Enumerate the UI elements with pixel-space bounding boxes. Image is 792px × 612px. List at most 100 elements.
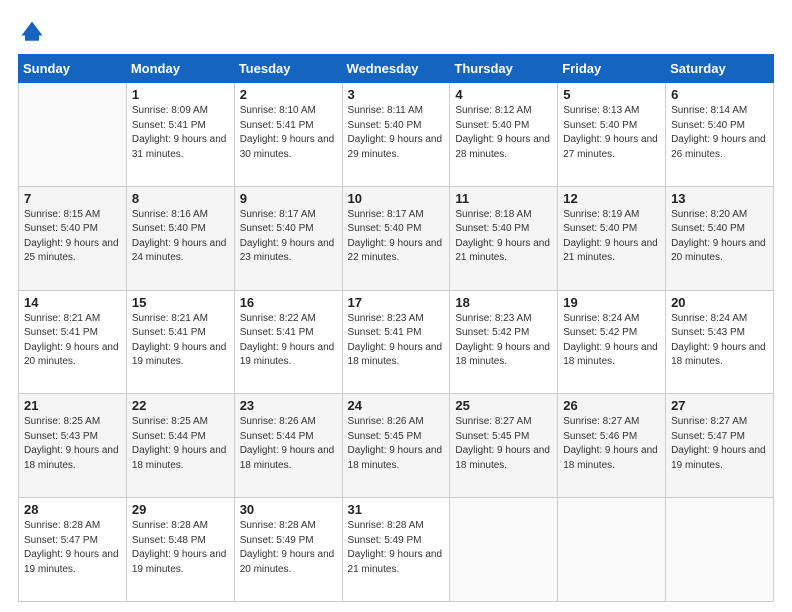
day-info: Sunrise: 8:27 AMSunset: 5:47 PMDaylight:… [671,415,768,473]
calendar-cell: 5Sunrise: 8:13 AMSunset: 5:40 PMDaylight… [558,83,666,187]
logo-icon [18,18,46,46]
weekday-header-wednesday: Wednesday [342,55,450,83]
day-info: Sunrise: 8:22 AMSunset: 5:41 PMDaylight:… [240,312,337,370]
calendar-cell: 16 Sunrise: 8:22 AMSunset: 5:41 PMDayligh… [234,290,342,394]
calendar-cell [666,498,774,602]
day-info: Sunrise: 8:13 AMSunset: 5:40 PMDaylight:… [563,104,660,162]
calendar-week-row: 21 Sunrise: 8:25 AMSunset: 5:43 PMDayligh… [19,394,774,498]
weekday-header-friday: Friday [558,55,666,83]
day-info: Sunrise: 8:21 AMSunset: 5:41 PMDaylight:… [24,312,121,370]
day-info: Sunrise: 8:09 AMSunset: 5:41 PMDaylight:… [132,104,229,162]
calendar-cell: 27 Sunrise: 8:27 AMSunset: 5:47 PMDayligh… [666,394,774,498]
calendar-cell [19,83,127,187]
calendar-cell: 2 Sunrise: 8:10 AMSunset: 5:41 PMDaylight… [234,83,342,187]
calendar-cell: 9 Sunrise: 8:17 AMSunset: 5:40 PMDaylight… [234,186,342,290]
day-number: 7 [24,191,121,206]
page: SundayMondayTuesdayWednesdayThursdayFrid… [0,0,792,612]
day-number: 2 [240,87,337,102]
weekday-header-saturday: Saturday [666,55,774,83]
day-info: Sunrise: 8:24 AMSunset: 5:42 PMDaylight:… [563,312,660,370]
calendar-cell: 8 Sunrise: 8:16 AMSunset: 5:40 PMDaylight… [126,186,234,290]
calendar-cell: 20 Sunrise: 8:24 AMSunset: 5:43 PMDayligh… [666,290,774,394]
day-number: 13 [671,191,768,206]
day-number: 12 [563,191,660,206]
calendar-cell: 12 Sunrise: 8:19 AMSunset: 5:40 PMDayligh… [558,186,666,290]
calendar-cell: 4 Sunrise: 8:12 AMSunset: 5:40 PMDaylight… [450,83,558,187]
day-number: 10 [348,191,445,206]
day-number: 23 [240,398,337,413]
day-number: 24 [348,398,445,413]
day-number: 25 [455,398,552,413]
weekday-header-monday: Monday [126,55,234,83]
day-number: 20 [671,295,768,310]
day-number: 26 [563,398,660,413]
day-info: Sunrise: 8:17 AMSunset: 5:40 PMDaylight:… [240,208,337,266]
day-info: Sunrise: 8:17 AMSunset: 5:40 PMDaylight:… [348,208,445,266]
calendar-cell: 15 Sunrise: 8:21 AMSunset: 5:41 PMDayligh… [126,290,234,394]
day-number: 22 [132,398,229,413]
day-info: Sunrise: 8:28 AMSunset: 5:48 PMDaylight:… [132,519,229,577]
day-number: 4 [455,87,552,102]
calendar-week-row: 28Sunrise: 8:28 AMSunset: 5:47 PMDayligh… [19,498,774,602]
calendar-cell: 11Sunrise: 8:18 AMSunset: 5:40 PMDayligh… [450,186,558,290]
day-info: Sunrise: 8:24 AMSunset: 5:43 PMDaylight:… [671,312,768,370]
day-number: 16 [240,295,337,310]
day-number: 30 [240,502,337,517]
calendar-cell: 7 Sunrise: 8:15 AMSunset: 5:40 PMDaylight… [19,186,127,290]
calendar-cell: 25 Sunrise: 8:27 AMSunset: 5:45 PMDayligh… [450,394,558,498]
calendar-cell: 31 Sunrise: 8:28 AMSunset: 5:49 PMDayligh… [342,498,450,602]
calendar-cell: 30 Sunrise: 8:28 AMSunset: 5:49 PMDayligh… [234,498,342,602]
day-number: 31 [348,502,445,517]
day-info: Sunrise: 8:16 AMSunset: 5:40 PMDaylight:… [132,208,229,266]
day-info: Sunrise: 8:18 AMSunset: 5:40 PMDaylight:… [455,208,552,266]
day-info: Sunrise: 8:23 AMSunset: 5:42 PMDaylight:… [455,312,552,370]
calendar-cell: 24 Sunrise: 8:26 AMSunset: 5:45 PMDayligh… [342,394,450,498]
day-number: 9 [240,191,337,206]
day-info: Sunrise: 8:21 AMSunset: 5:41 PMDaylight:… [132,312,229,370]
calendar-cell: 3 Sunrise: 8:11 AMSunset: 5:40 PMDaylight… [342,83,450,187]
day-info: Sunrise: 8:15 AMSunset: 5:40 PMDaylight:… [24,208,121,266]
day-info: Sunrise: 8:19 AMSunset: 5:40 PMDaylight:… [563,208,660,266]
day-number: 6 [671,87,768,102]
day-info: Sunrise: 8:26 AMSunset: 5:44 PMDaylight:… [240,415,337,473]
day-number: 27 [671,398,768,413]
calendar-cell: 22Sunrise: 8:25 AMSunset: 5:44 PMDayligh… [126,394,234,498]
calendar-cell: 28Sunrise: 8:28 AMSunset: 5:47 PMDayligh… [19,498,127,602]
calendar-cell: 19 Sunrise: 8:24 AMSunset: 5:42 PMDayligh… [558,290,666,394]
day-info: Sunrise: 8:28 AMSunset: 5:49 PMDaylight:… [240,519,337,577]
calendar-cell [450,498,558,602]
day-number: 17 [348,295,445,310]
calendar-cell: 18 Sunrise: 8:23 AMSunset: 5:42 PMDayligh… [450,290,558,394]
day-number: 18 [455,295,552,310]
day-info: Sunrise: 8:12 AMSunset: 5:40 PMDaylight:… [455,104,552,162]
calendar-cell: 26 Sunrise: 8:27 AMSunset: 5:46 PMDayligh… [558,394,666,498]
calendar-week-row: 7 Sunrise: 8:15 AMSunset: 5:40 PMDaylight… [19,186,774,290]
calendar-cell: 23 Sunrise: 8:26 AMSunset: 5:44 PMDayligh… [234,394,342,498]
calendar-week-row: 14Sunrise: 8:21 AMSunset: 5:41 PMDayligh… [19,290,774,394]
calendar-cell: 1Sunrise: 8:09 AMSunset: 5:41 PMDaylight… [126,83,234,187]
day-number: 19 [563,295,660,310]
calendar-cell: 17Sunrise: 8:23 AMSunset: 5:41 PMDayligh… [342,290,450,394]
day-info: Sunrise: 8:27 AMSunset: 5:45 PMDaylight:… [455,415,552,473]
calendar-week-row: 1Sunrise: 8:09 AMSunset: 5:41 PMDaylight… [19,83,774,187]
calendar-cell [558,498,666,602]
header [18,18,774,46]
day-number: 3 [348,87,445,102]
weekday-header-sunday: Sunday [19,55,127,83]
day-info: Sunrise: 8:28 AMSunset: 5:49 PMDaylight:… [348,519,445,577]
calendar-cell: 14Sunrise: 8:21 AMSunset: 5:41 PMDayligh… [19,290,127,394]
calendar-cell: 29Sunrise: 8:28 AMSunset: 5:48 PMDayligh… [126,498,234,602]
day-info: Sunrise: 8:26 AMSunset: 5:45 PMDaylight:… [348,415,445,473]
weekday-header-thursday: Thursday [450,55,558,83]
day-number: 15 [132,295,229,310]
day-info: Sunrise: 8:25 AMSunset: 5:43 PMDaylight:… [24,415,121,473]
weekday-header-row: SundayMondayTuesdayWednesdayThursdayFrid… [19,55,774,83]
day-info: Sunrise: 8:10 AMSunset: 5:41 PMDaylight:… [240,104,337,162]
day-info: Sunrise: 8:20 AMSunset: 5:40 PMDaylight:… [671,208,768,266]
day-number: 21 [24,398,121,413]
day-info: Sunrise: 8:27 AMSunset: 5:46 PMDaylight:… [563,415,660,473]
day-info: Sunrise: 8:11 AMSunset: 5:40 PMDaylight:… [348,104,445,162]
calendar-cell: 13 Sunrise: 8:20 AMSunset: 5:40 PMDayligh… [666,186,774,290]
day-number: 8 [132,191,229,206]
day-info: Sunrise: 8:28 AMSunset: 5:47 PMDaylight:… [24,519,121,577]
